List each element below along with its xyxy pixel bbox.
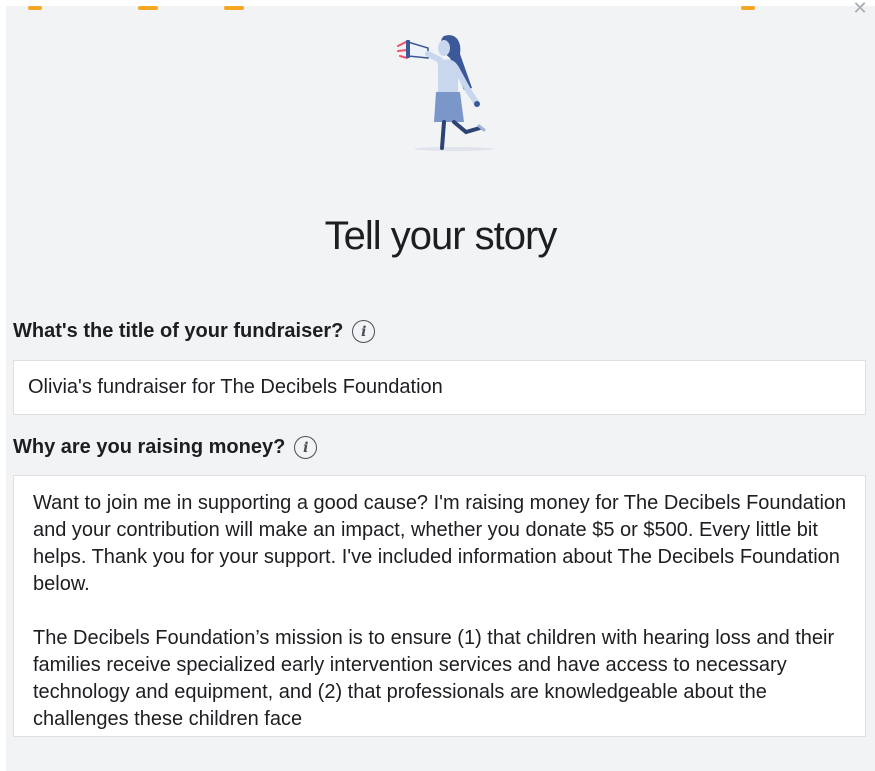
info-icon[interactable]: i bbox=[352, 320, 376, 343]
title-field-label-row: What's the title of your fundraiser? i bbox=[13, 320, 376, 343]
top-accent-bar bbox=[28, 6, 42, 10]
close-icon[interactable]: ✕ bbox=[851, 0, 869, 17]
story-paragraph: The Decibels Foundation’s mission is to … bbox=[33, 627, 835, 730]
tell-your-story-dialog: ✕ Tell your story What's the title of yo… bbox=[6, 0, 875, 771]
top-accent-bar bbox=[138, 6, 158, 10]
page-title: Tell your story bbox=[324, 214, 558, 258]
megaphone-person-illustration bbox=[397, 35, 494, 151]
story-paragraph: Want to join me in supporting a good cau… bbox=[33, 492, 847, 595]
top-accent-bar bbox=[224, 6, 244, 10]
top-accent-bar bbox=[741, 6, 755, 10]
story-textarea[interactable]: Want to join me in supporting a good cau… bbox=[13, 475, 866, 737]
story-field-label: Why are you raising money? bbox=[13, 436, 286, 458]
title-field-label: What's the title of your fundraiser? bbox=[13, 320, 344, 342]
info-icon[interactable]: i bbox=[294, 436, 318, 459]
fundraiser-title-input[interactable]: Olivia's fundraiser for The Decibels Fou… bbox=[13, 360, 866, 415]
fundraiser-title-value: Olivia's fundraiser for The Decibels Fou… bbox=[28, 376, 443, 398]
story-field-label-row: Why are you raising money? i bbox=[13, 436, 318, 459]
